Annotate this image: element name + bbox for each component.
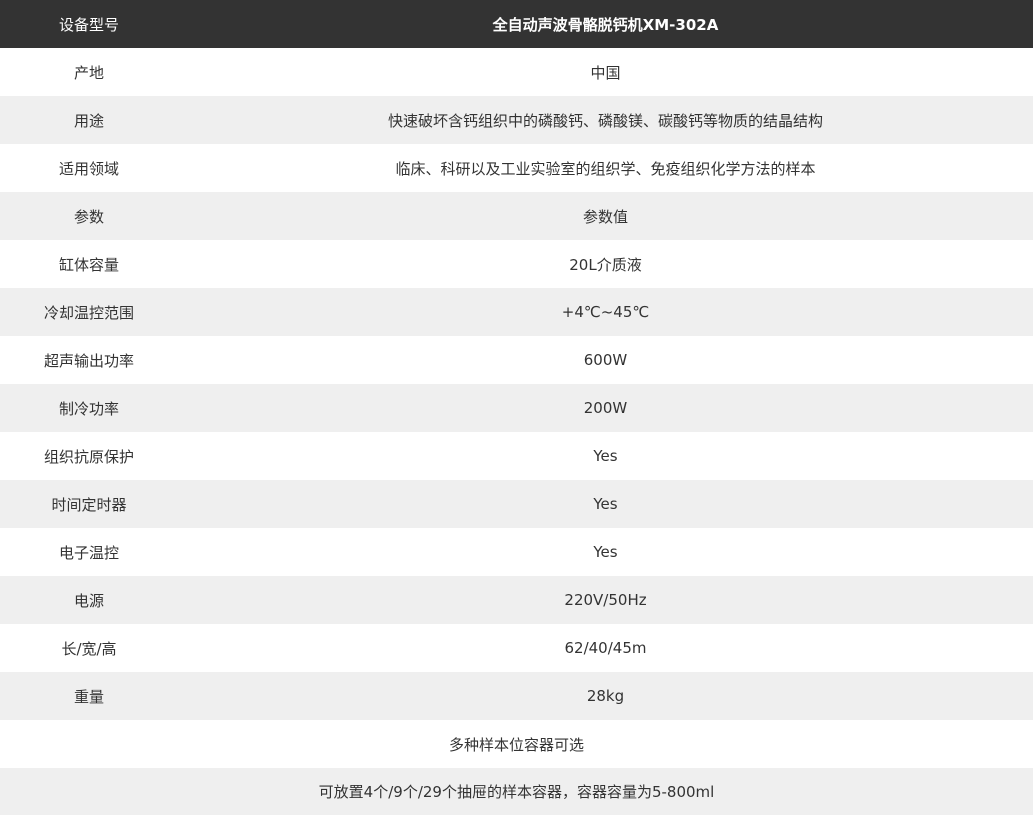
row-label: 产地	[73, 63, 104, 82]
table-row: 用途 快速破坏含钙组织中的磷酸钙、磷酸镁、碳酸钙等物质的结晶结构	[0, 96, 1033, 144]
table-row: 冷却温控范围 +4℃~45℃	[0, 288, 1033, 336]
header-label: 设备型号	[58, 15, 119, 34]
row-value: 200W	[583, 399, 628, 417]
table-row: 参数 参数值	[0, 192, 1033, 240]
header-model-value: 全自动声波骨骼脱钙机XM-302A	[492, 15, 719, 34]
note-row: 可放置4个/9个/29个抽屉的样本容器，容器容量为5-800ml	[0, 768, 1033, 815]
row-value: 600W	[583, 351, 628, 369]
row-label: 超声输出功率	[43, 351, 134, 370]
row-value: 参数值	[582, 207, 628, 226]
row-value: 220V/50Hz	[564, 591, 647, 609]
table-row: 超声输出功率 600W	[0, 336, 1033, 384]
row-label: 参数	[73, 207, 104, 226]
row-label: 电源	[73, 591, 104, 610]
row-value: 快速破坏含钙组织中的磷酸钙、磷酸镁、碳酸钙等物质的结晶结构	[387, 111, 823, 130]
row-label: 电子温控	[58, 543, 119, 562]
table-row: 时间定时器 Yes	[0, 480, 1033, 528]
row-label: 时间定时器	[51, 495, 127, 514]
row-label: 制冷功率	[58, 399, 119, 418]
table-row: 长/宽/高 62/40/45m	[0, 624, 1033, 672]
row-value: Yes	[593, 543, 618, 561]
table-row: 制冷功率 200W	[0, 384, 1033, 432]
note-text: 可放置4个/9个/29个抽屉的样本容器，容器容量为5-800ml	[318, 783, 715, 801]
row-value: 中国	[590, 63, 621, 82]
row-label: 用途	[73, 111, 104, 130]
row-label: 长/宽/高	[61, 639, 117, 658]
table-row: 产地 中国	[0, 48, 1033, 96]
table-row: 组织抗原保护 Yes	[0, 432, 1033, 480]
row-label: 适用领域	[58, 159, 119, 178]
row-value: 28kg	[586, 687, 625, 705]
row-label: 重量	[73, 687, 104, 706]
row-value: Yes	[593, 495, 618, 513]
row-value: 20L介质液	[569, 255, 642, 274]
row-value: 62/40/45m	[564, 639, 647, 657]
row-label: 缸体容量	[58, 255, 119, 274]
row-value: Yes	[593, 447, 618, 465]
table-row: 缸体容量 20L介质液	[0, 240, 1033, 288]
table-header-row: 设备型号 全自动声波骨骼脱钙机XM-302A	[0, 0, 1033, 48]
table-row: 重量 28kg	[0, 672, 1033, 720]
table-row: 适用领域 临床、科研以及工业实验室的组织学、免疫组织化学方法的样本	[0, 144, 1033, 192]
spec-table: 设备型号 全自动声波骨骼脱钙机XM-302A 产地 中国 用途 快速破坏含钙组织…	[0, 0, 1033, 815]
note-text: 多种样本位容器可选	[448, 735, 584, 754]
row-label: 冷却温控范围	[43, 303, 134, 322]
row-value: 临床、科研以及工业实验室的组织学、免疫组织化学方法的样本	[395, 159, 816, 178]
row-label: 组织抗原保护	[43, 447, 134, 466]
table-row: 电源 220V/50Hz	[0, 576, 1033, 624]
note-row: 多种样本位容器可选	[0, 720, 1033, 768]
table-row: 电子温控 Yes	[0, 528, 1033, 576]
row-value: +4℃~45℃	[561, 303, 650, 321]
